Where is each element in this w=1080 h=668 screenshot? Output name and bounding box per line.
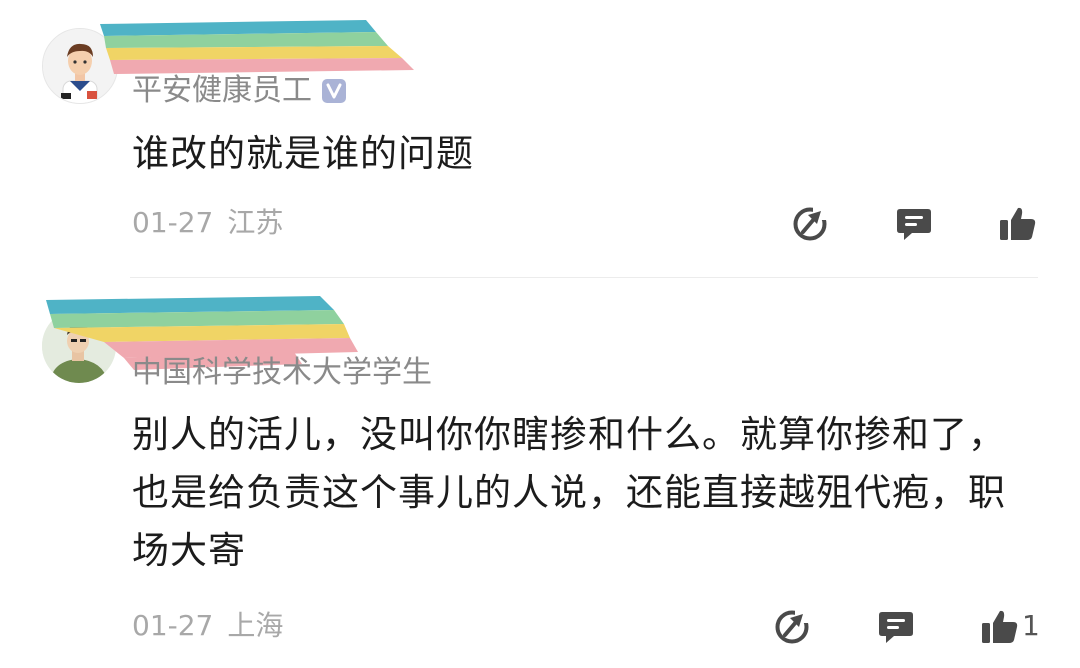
comment-date: 01-27 — [132, 609, 214, 642]
reply-icon[interactable] — [876, 607, 916, 647]
thumbs-up-icon[interactable] — [980, 607, 1020, 647]
comment-meta: 01-27 江苏 — [132, 207, 283, 239]
verified-v-icon — [322, 79, 346, 103]
comment-item: 中国科学技术大学学生 别人的活儿，没叫你你瞎掺和什么。就算你掺和了，也是给负责这… — [0, 278, 1080, 668]
share-icon[interactable] — [772, 607, 812, 647]
username-text[interactable]: 平安健康员工 — [132, 73, 312, 108]
thumbs-up-icon[interactable] — [998, 204, 1038, 244]
comment-meta: 01-27 上海 — [132, 610, 283, 642]
like-count: 1 — [1022, 609, 1040, 642]
comment-item: 平安健康员工 谁改的就是谁的问题 01-27 江苏 — [0, 0, 1080, 278]
comment-date: 01-27 — [132, 206, 214, 239]
redaction-scribble — [100, 20, 414, 74]
comment-text: 谁改的就是谁的问题 — [132, 132, 474, 175]
username[interactable]: 中国科学技术大学学生 — [132, 356, 432, 390]
comment-location: 江苏 — [227, 206, 284, 239]
comment-text: 别人的活儿，没叫你你瞎掺和什么。就算你掺和了，也是给负责这个事儿的人说，还能直接… — [132, 413, 1006, 572]
comment-location: 上海 — [227, 609, 284, 642]
share-icon[interactable] — [790, 204, 830, 244]
username-text[interactable]: 中国科学技术大学学生 — [132, 355, 432, 390]
reply-icon[interactable] — [894, 204, 934, 244]
username[interactable]: 平安健康员工 — [132, 74, 346, 108]
